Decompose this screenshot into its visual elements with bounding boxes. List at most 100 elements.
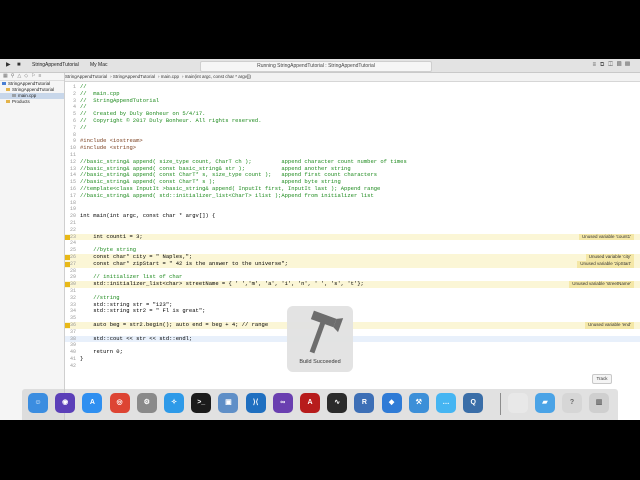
line-number: 37 bbox=[69, 328, 76, 335]
line-number: 3 bbox=[72, 97, 76, 104]
jumpbar-item-project[interactable]: StringAppendTutorial bbox=[65, 74, 107, 79]
line-number: 31 bbox=[69, 288, 76, 294]
folder-icon bbox=[6, 100, 10, 104]
line-number: 40 bbox=[69, 349, 76, 356]
chrome-icon[interactable]: ◎ bbox=[109, 393, 130, 413]
line-number: 23 bbox=[69, 233, 76, 240]
code-text: std::initializer_list<char> streetName =… bbox=[80, 280, 364, 288]
jump-bar[interactable]: StringAppendTutorial › StringAppendTutori… bbox=[65, 73, 640, 82]
build-status-hud: Build Succeeded bbox=[287, 306, 353, 372]
code-line[interactable]: 21 bbox=[65, 220, 640, 227]
warning-message[interactable]: Unused variable 'streetName' bbox=[569, 281, 634, 288]
help-icon[interactable]: ? bbox=[562, 393, 582, 413]
line-number: 11 bbox=[69, 152, 76, 158]
line-number: 4 bbox=[72, 104, 76, 111]
preview-icon[interactable]: ▣ bbox=[218, 393, 239, 413]
acrobat-icon[interactable]: A bbox=[300, 393, 320, 413]
code-text: return 0; bbox=[80, 348, 123, 356]
code-line[interactable]: 7 // bbox=[65, 124, 640, 132]
code-line[interactable]: 10 #include <string> bbox=[65, 144, 640, 152]
system-preferences-icon[interactable]: ⚙ bbox=[136, 393, 157, 413]
code-line[interactable]: 30 std::initializer_list<char> streetNam… bbox=[65, 280, 640, 288]
line-number: 32 bbox=[69, 294, 76, 301]
keynote-icon[interactable]: ◆ bbox=[381, 393, 402, 413]
code-line[interactable]: 20 int main(int argc, const char * argv[]… bbox=[65, 212, 640, 220]
finder-icon[interactable]: ☺ bbox=[28, 393, 48, 413]
navigator-tabs[interactable]: ▦⚲△◇⚐≡ bbox=[0, 73, 64, 81]
line-number: 9 bbox=[72, 138, 76, 145]
quicktime-icon[interactable]: Q bbox=[463, 393, 484, 413]
scheme-selector[interactable]: StringAppendTutorial bbox=[32, 61, 79, 69]
warning-message[interactable]: Unused variable 'city' bbox=[585, 254, 634, 261]
code-text: //basic_string& append( std::initializer… bbox=[80, 191, 374, 199]
visual-studio-icon[interactable]: ∞ bbox=[272, 393, 293, 413]
jumpbar-item-group[interactable]: StringAppendTutorial bbox=[113, 74, 155, 79]
line-number: 18 bbox=[69, 199, 76, 206]
editor-mode-icons[interactable]: ≡⧉◫▤▥ bbox=[593, 61, 634, 69]
xcode-icon[interactable]: ⚒ bbox=[408, 393, 429, 413]
document-icon[interactable] bbox=[508, 393, 528, 413]
jumpbar-item-function[interactable]: main(int argc, const char * argv[]) bbox=[185, 74, 251, 79]
visual-studio-code-icon[interactable]: ⟩⟨ bbox=[245, 393, 266, 413]
code-text: const char* zipStart = " 42 is the answe… bbox=[80, 259, 288, 267]
code-text: #include <string> bbox=[80, 144, 137, 152]
run-icon[interactable]: ▶ bbox=[6, 61, 11, 69]
code-line[interactable]: 3 // StringAppendTutorial bbox=[65, 97, 640, 105]
file-icon bbox=[12, 94, 16, 98]
code-line[interactable]: 23 int count1 = 3; Unused variable 'count… bbox=[65, 233, 640, 241]
warning-message[interactable]: Unused variable 'count1' bbox=[579, 233, 634, 241]
code-text: } bbox=[80, 355, 84, 362]
toolbar: ▶ ■ StringAppendTutorial My Mac Running … bbox=[0, 59, 640, 73]
code-line[interactable]: 6 // Copyright © 2017 Duly Bonheur. All r… bbox=[65, 117, 640, 125]
code-line[interactable]: 27 const char* zipStart = " 42 is the an… bbox=[65, 259, 640, 268]
line-number: 12 bbox=[69, 158, 76, 165]
source-editor[interactable]: 1//2// main.cpp 3// StringAppendTutorial 4… bbox=[65, 82, 640, 420]
messages-icon[interactable]: … bbox=[436, 393, 456, 413]
line-number: 17 bbox=[69, 192, 76, 199]
device-selector[interactable]: My Mac bbox=[90, 61, 108, 69]
activity-status: Running StringAppendTutorial : StringApp… bbox=[200, 61, 432, 72]
warning-message[interactable]: Unused variable 'zipStart' bbox=[577, 260, 634, 268]
hammer-icon bbox=[309, 310, 344, 354]
line-number: 22 bbox=[69, 226, 76, 233]
app-store-icon[interactable]: A bbox=[82, 393, 103, 413]
build-succeeded-label: Build Succeeded bbox=[299, 359, 341, 365]
navigator-item-label: main.cpp bbox=[18, 93, 37, 98]
code-line[interactable]: 31 bbox=[65, 288, 640, 295]
r-icon[interactable]: R bbox=[354, 393, 375, 413]
trash-icon[interactable]: ▥ bbox=[589, 393, 609, 413]
line-number: 14 bbox=[69, 172, 76, 179]
line-number: 13 bbox=[69, 165, 76, 172]
safari-icon[interactable]: ✧ bbox=[164, 393, 184, 413]
code-line[interactable]: 8 bbox=[65, 132, 640, 139]
activity-monitor-icon[interactable]: ∿ bbox=[327, 393, 348, 413]
jumpbar-item-file[interactable]: main.cpp bbox=[161, 74, 179, 79]
warning-message[interactable]: Unused variable 'end' bbox=[585, 322, 634, 329]
line-number: 33 bbox=[69, 301, 76, 308]
code-line[interactable]: 1// bbox=[65, 83, 640, 91]
code-line[interactable]: 22 bbox=[65, 227, 640, 234]
line-number: 28 bbox=[69, 267, 76, 274]
code-line[interactable]: 9 #include <iostream> bbox=[65, 138, 640, 145]
project-navigator: ▦⚲△◇⚐≡ StringAppendTutorial StringAppendT… bbox=[0, 73, 65, 420]
siri-icon[interactable]: ◉ bbox=[55, 393, 76, 413]
dock: ☺ ◉ A ◎ ⚙ ✧ >_ ▣ ⟩⟨ ∞ A ∿ R ◆ ⚒ … Q ▰? ▥ bbox=[22, 389, 618, 420]
stop-icon[interactable]: ■ bbox=[17, 61, 21, 69]
code-line[interactable]: 24 bbox=[65, 240, 640, 247]
line-number: 39 bbox=[69, 342, 76, 349]
navigator-item[interactable]: Products bbox=[0, 99, 64, 105]
line-number: 15 bbox=[69, 179, 76, 186]
line-number: 10 bbox=[69, 145, 76, 152]
line-number: 29 bbox=[69, 274, 76, 281]
line-number: 27 bbox=[69, 260, 76, 267]
line-number: 20 bbox=[69, 213, 76, 220]
line-number: 1 bbox=[72, 84, 76, 90]
terminal-icon[interactable]: >_ bbox=[191, 393, 212, 413]
code-text: int main(int argc, const char * argv[]) … bbox=[80, 212, 216, 220]
downloads-folder-icon[interactable]: ▰ bbox=[535, 393, 555, 413]
line-number: 19 bbox=[69, 206, 76, 213]
code-line[interactable]: 18 bbox=[65, 200, 640, 207]
code-line[interactable]: 17 //basic_string& append( std::initializ… bbox=[65, 191, 640, 200]
dock-separator bbox=[500, 393, 501, 415]
track-button[interactable]: Track bbox=[592, 374, 612, 384]
